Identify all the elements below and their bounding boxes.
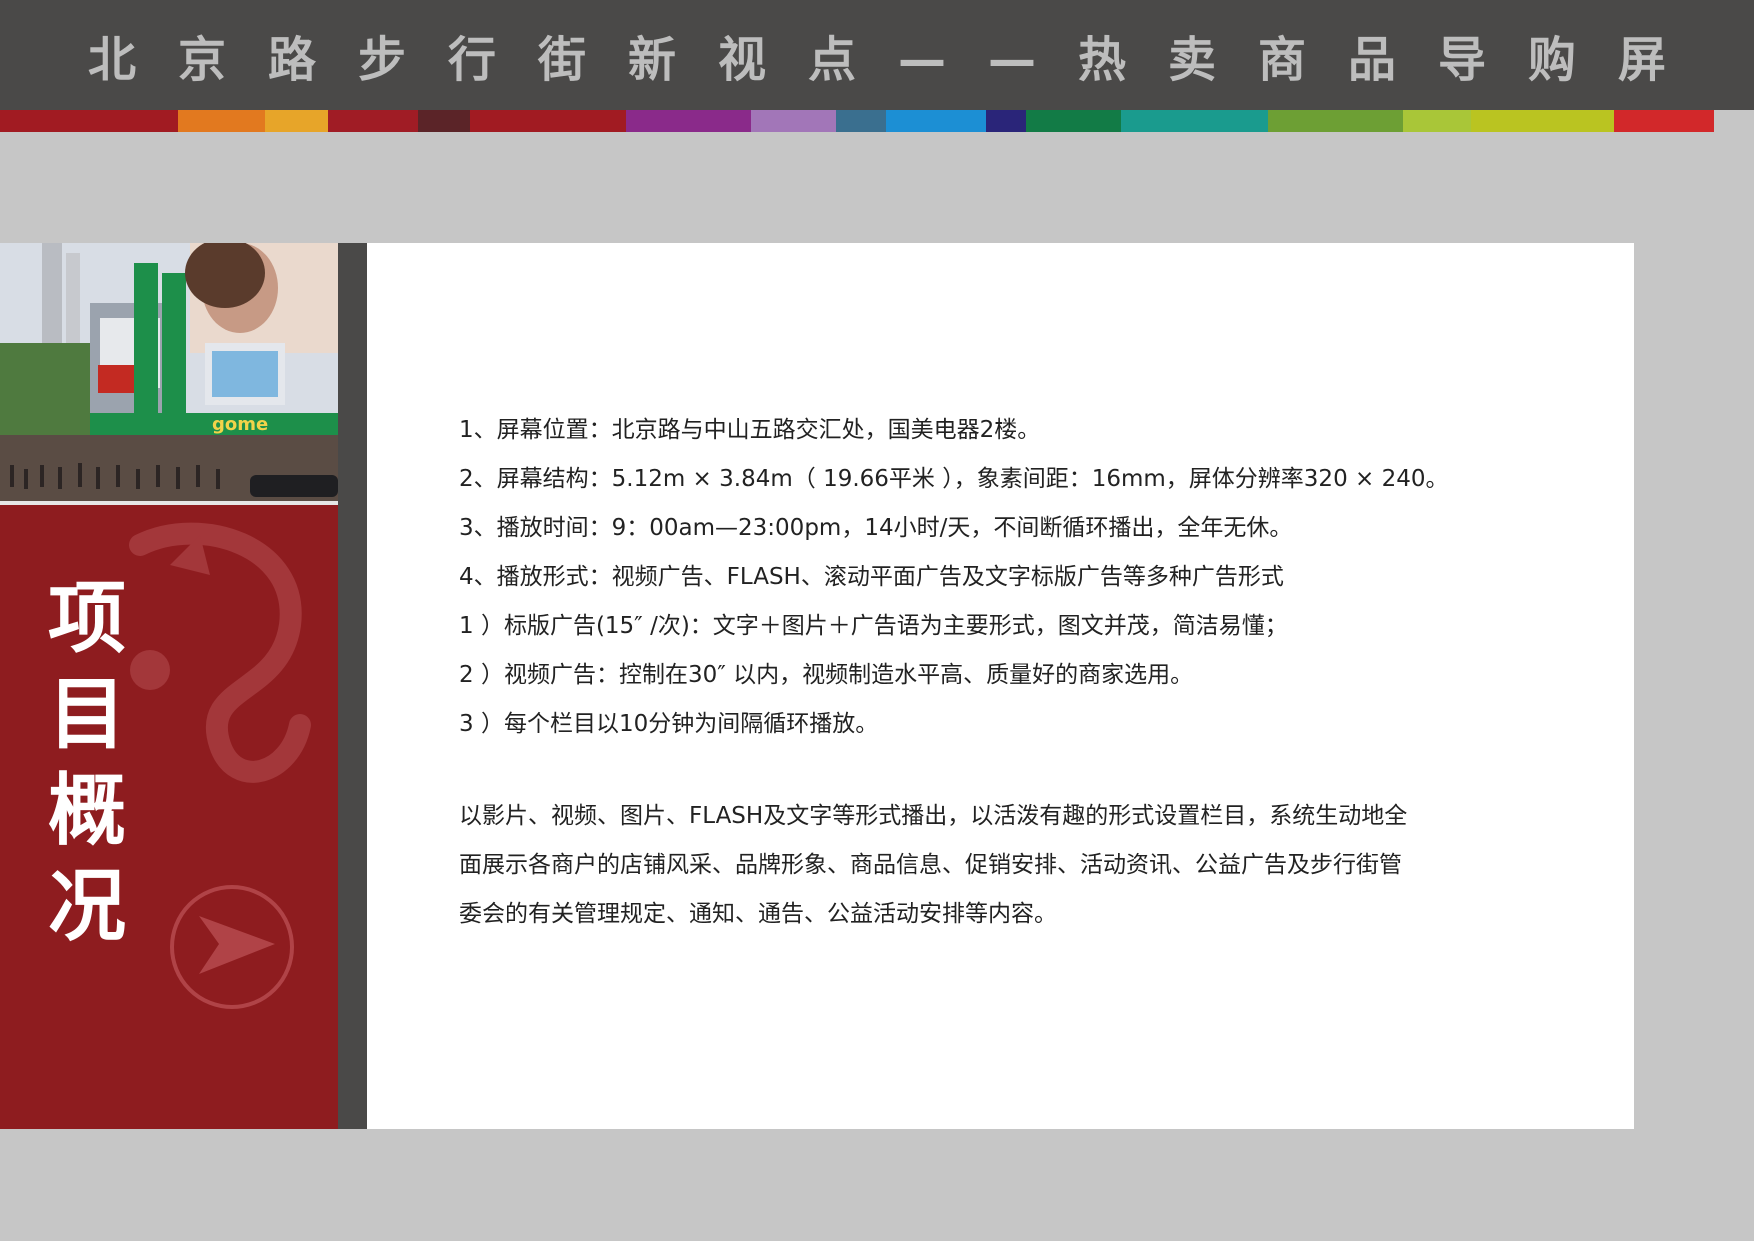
header-bar: 北京路步行街新视点——热卖商品导购屏	[0, 0, 1754, 110]
paragraph-line-1: 以影片、视频、图片、FLASH及文字等形式播出，以活泼有趣的形式设置栏目，系统生…	[459, 803, 1408, 829]
header-title: 北京路步行街新视点——热卖商品导购屏	[87, 32, 1708, 88]
content-panel: 1、屏幕位置：北京路与中山五路交汇处，国美电器2楼。 2、屏幕结构：5.12m …	[367, 243, 1634, 1129]
color-strip-segment	[418, 110, 470, 132]
color-strip-segment	[751, 110, 836, 132]
content-item-2: 2、屏幕结构：5.12m × 3.84m（ 19.66平米 ），象素间距：16m…	[459, 466, 1449, 492]
section-title-char-2: 目	[47, 669, 126, 760]
section-title-char-4: 况	[47, 861, 126, 952]
content-subitem-1: 1 ）标版广告(15″ /次)：文字＋图片＋广告语为主要形式，图文并茂，简洁易懂…	[459, 613, 1288, 639]
color-strip-segment	[1403, 110, 1471, 132]
color-strip-segment	[626, 110, 751, 132]
divider-bar	[338, 243, 367, 1129]
color-strip-segment	[836, 110, 886, 132]
gome-sign: gome	[212, 414, 268, 435]
content-subitem-2: 2 ）视频广告：控制在30″ 以内，视频制造水平高、质量好的商家选用。	[459, 662, 1194, 688]
color-strip-segment	[0, 110, 178, 132]
color-strip-segment	[1268, 110, 1403, 132]
color-strip	[0, 110, 1754, 132]
section-title: 项 目 概 况	[42, 571, 132, 955]
poster-page: 北京路步行街新视点——热卖商品导购屏 gome 项 目 概 况 1、屏幕位置：北…	[0, 0, 1754, 1241]
content-subitem-3: 3 ）每个栏目以10分钟为间隔循环播放。	[459, 711, 879, 737]
section-title-panel: 项 目 概 况	[0, 505, 338, 1129]
color-strip-segment	[1614, 110, 1714, 132]
paragraph-line-2: 面展示各商户的店铺风采、品牌形象、商品信息、促销安排、活动资讯、公益广告及步行街…	[459, 852, 1402, 878]
section-title-char-3: 概	[47, 765, 126, 856]
paragraph-line-3: 委会的有关管理规定、通知、通告、公益活动安排等内容。	[459, 901, 1057, 927]
color-strip-segment	[470, 110, 626, 132]
color-strip-segment	[1471, 110, 1614, 132]
section-title-char-1: 项	[47, 573, 126, 664]
content-paragraph: 以影片、视频、图片、FLASH及文字等形式播出，以活泼有趣的形式设置栏目，系统生…	[459, 792, 1579, 939]
color-strip-segment	[178, 110, 265, 132]
storefront-illustration: gome	[0, 243, 338, 505]
color-strip-segment	[1026, 110, 1121, 132]
color-strip-segment	[265, 110, 328, 132]
color-strip-segment	[986, 110, 1026, 132]
content-item-4: 4、播放形式：视频广告、FLASH、滚动平面广告及文字标版广告等多种广告形式	[459, 564, 1284, 590]
color-strip-segment	[1121, 110, 1268, 132]
color-strip-segment	[886, 110, 986, 132]
arrow-circle-icon	[170, 885, 294, 1009]
content-item-1: 1、屏幕位置：北京路与中山五路交汇处，国美电器2楼。	[459, 417, 1041, 443]
content-text: 1、屏幕位置：北京路与中山五路交汇处，国美电器2楼。 2、屏幕结构：5.12m …	[459, 406, 1579, 939]
storefront-photo: gome	[0, 243, 338, 505]
color-strip-segment	[328, 110, 418, 132]
content-item-3: 3、播放时间：9：00am—23:00pm，14小时/天，不间断循环播出，全年无…	[459, 515, 1293, 541]
